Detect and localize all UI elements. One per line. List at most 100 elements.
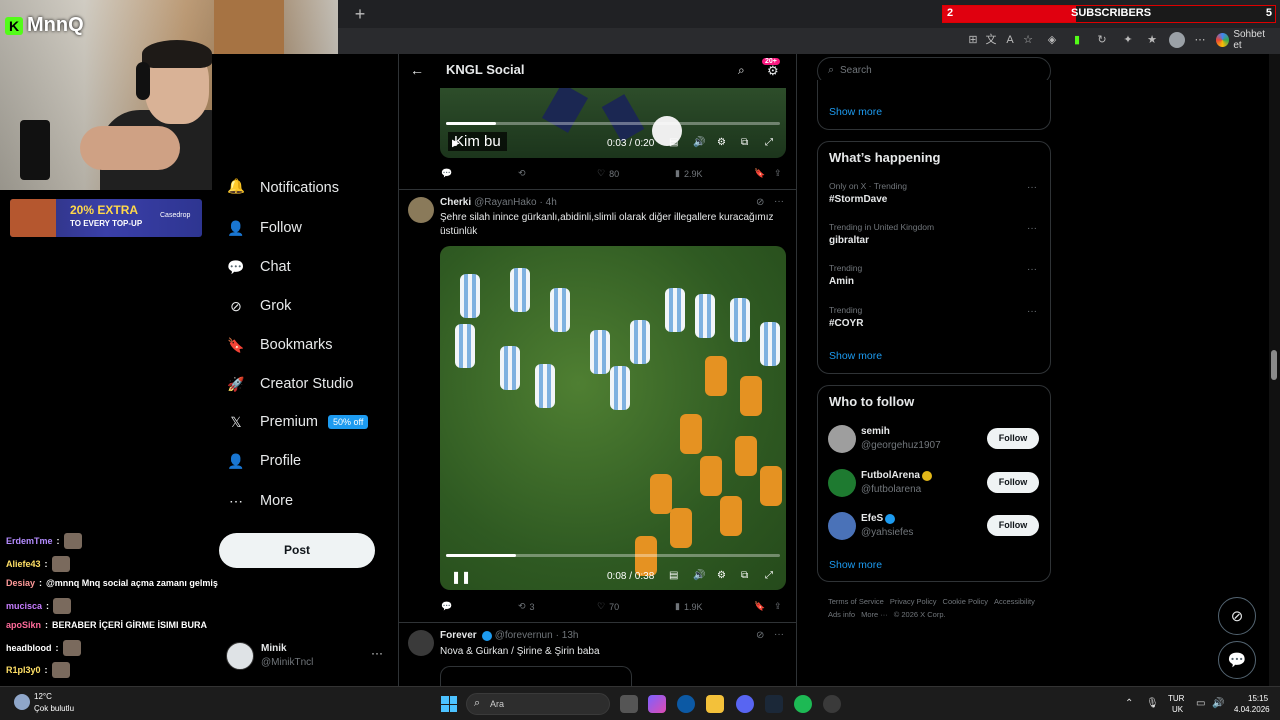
keyboard-layout[interactable]: UK	[1172, 705, 1183, 714]
chat-username[interactable]: headblood	[6, 643, 52, 653]
input-language[interactable]: TUR	[1168, 694, 1184, 703]
steam-icon[interactable]	[765, 695, 783, 713]
tray-chevron-icon[interactable]: ⌃	[1125, 698, 1133, 709]
video-settings-icon[interactable]: ⚙	[717, 570, 726, 581]
tweet-avatar[interactable]	[408, 197, 434, 223]
show-more-link[interactable]: Show more	[829, 559, 882, 571]
volume-icon[interactable]: 🔊	[693, 137, 705, 148]
grok-icon[interactable]: ⊘	[756, 630, 764, 641]
captions-icon[interactable]: ▤	[669, 570, 678, 581]
sidebar-item-bookmarks[interactable]: 🔖 Bookmarks	[226, 330, 332, 360]
spotify-icon[interactable]	[794, 695, 812, 713]
footer-link[interactable]: More ···	[861, 610, 888, 619]
edge-icon[interactable]	[677, 695, 695, 713]
follow-suggestion-name[interactable]: semih	[861, 426, 890, 437]
favorite-star-icon[interactable]: ☆	[1021, 33, 1035, 47]
tweet-author-name[interactable]: Forever	[440, 630, 477, 641]
sidebar-item-chat[interactable]: 💬 Chat	[226, 252, 290, 282]
tweet-author-handle[interactable]: @RayanHako	[474, 197, 536, 208]
sidebar-item-follow[interactable]: 👤 Follow	[226, 213, 302, 243]
footer-link[interactable]: Privacy Policy	[890, 597, 937, 606]
gear-icon[interactable]: ⚙	[767, 63, 779, 79]
more-dots-icon[interactable]: ···	[371, 646, 383, 660]
trend-topic[interactable]: gibraltar	[829, 235, 869, 246]
read-aloud-icon[interactable]: A	[1003, 33, 1017, 47]
follow-suggestion-name[interactable]: FutbolArena	[861, 470, 920, 481]
popout-icon[interactable]: ⧉	[741, 570, 748, 581]
collections-icon[interactable]: ★	[1145, 33, 1159, 47]
chatgpt-icon[interactable]	[823, 695, 841, 713]
popout-icon[interactable]: ⧉	[741, 137, 748, 148]
like-button[interactable]: ♡ 80	[597, 168, 619, 179]
tweet-author-handle[interactable]: @forevernun	[495, 630, 553, 641]
tweet-media-card[interactable]	[440, 666, 632, 686]
sidebar-item-creator-studio[interactable]: 🚀 Creator Studio	[226, 369, 353, 399]
tweet-video[interactable]	[440, 246, 786, 590]
trend-topic[interactable]: #COYR	[829, 318, 863, 329]
reply-button[interactable]: 💬	[441, 601, 452, 612]
more-dots-icon[interactable]: ···	[774, 196, 784, 207]
clock-time[interactable]: 15:15	[1248, 694, 1268, 703]
settings-more-icon[interactable]: ⋯	[1193, 33, 1207, 47]
clock-date[interactable]: 4.04.2026	[1234, 705, 1270, 714]
retweet-button[interactable]: ⟲ 3	[518, 601, 535, 612]
translate-icon[interactable]: 文	[984, 33, 998, 47]
more-dots-icon[interactable]: ···	[1027, 264, 1037, 275]
trend-topic[interactable]: Amin	[829, 276, 854, 287]
like-button[interactable]: ♡ 70	[597, 601, 619, 612]
video-progress-track[interactable]	[446, 554, 780, 557]
footer-link[interactable]: Terms of Service	[828, 597, 884, 606]
discord-icon[interactable]	[736, 695, 754, 713]
sidebar-item-more[interactable]: ⋯ More	[226, 486, 293, 516]
tweet-author-name[interactable]: Cherki	[440, 197, 471, 208]
more-dots-icon[interactable]: ···	[1027, 306, 1037, 317]
copilot-app-icon[interactable]	[648, 695, 666, 713]
show-more-link[interactable]: Show more	[829, 350, 882, 362]
chat-username[interactable]: R1pl3y0	[6, 665, 41, 675]
follow-button[interactable]: Follow	[987, 428, 1039, 449]
follow-suggestion-name[interactable]: EfeS	[861, 513, 883, 524]
chat-username[interactable]: mucisca	[6, 601, 42, 611]
apps-icon[interactable]: ⊞	[966, 33, 980, 47]
follow-suggestion-avatar[interactable]	[828, 469, 856, 497]
more-dots-icon[interactable]: ···	[1027, 182, 1037, 193]
new-tab-button[interactable]: +	[350, 4, 370, 24]
tweet-avatar[interactable]	[408, 630, 434, 656]
views-button[interactable]: ▮ 2.9K	[675, 168, 702, 179]
views-button[interactable]: ▮ 1.9K	[675, 601, 702, 612]
bookmark-icon[interactable]: 🔖	[754, 168, 765, 179]
sidebar-item-grok[interactable]: ⊘ Grok	[226, 291, 291, 321]
copilot-button[interactable]: Sohbet et	[1216, 29, 1274, 51]
task-view-icon[interactable]	[620, 695, 638, 713]
share-icon[interactable]: ⇪	[774, 601, 782, 612]
video-settings-icon[interactable]: ⚙	[717, 137, 726, 148]
more-dots-icon[interactable]: ···	[1027, 223, 1037, 234]
network-icon[interactable]: ▭	[1196, 698, 1205, 709]
extensions-puzzle-icon[interactable]: ✦	[1121, 33, 1135, 47]
volume-icon[interactable]: 🔊	[1212, 698, 1224, 709]
account-switcher[interactable]: Minik @MinikTncl ···	[226, 640, 386, 676]
chat-username[interactable]: ErdemTme	[6, 536, 53, 546]
chat-username[interactable]: Desiay	[6, 578, 35, 588]
fullscreen-icon[interactable]: ⤢	[765, 570, 773, 581]
follow-suggestion-avatar[interactable]	[828, 425, 856, 453]
sidebar-item-premium[interactable]: 𝕏 Premium 50% off	[226, 407, 369, 437]
grok-icon[interactable]: ⊘	[756, 197, 764, 208]
footer-link[interactable]: Ads info	[828, 610, 855, 619]
file-explorer-icon[interactable]	[706, 695, 724, 713]
follow-button[interactable]: Follow	[987, 472, 1039, 493]
reply-button[interactable]: 💬	[441, 168, 452, 179]
captions-icon[interactable]: ▤	[669, 137, 678, 148]
extension-icon[interactable]: ◈	[1045, 33, 1059, 47]
microphone-icon[interactable]: 🎙	[1146, 698, 1159, 709]
messages-fab-button[interactable]: 💬	[1218, 641, 1256, 679]
show-more-link[interactable]: Show more	[829, 106, 882, 118]
trend-topic[interactable]: #StormDave	[829, 194, 887, 205]
follow-button[interactable]: Follow	[987, 515, 1039, 536]
grok-fab-button[interactable]: ⊘	[1218, 597, 1256, 635]
bookmark-icon[interactable]: 🔖	[754, 601, 765, 612]
follow-suggestion-avatar[interactable]	[828, 512, 856, 540]
footer-link[interactable]: Cookie Policy	[943, 597, 988, 606]
volume-icon[interactable]: 🔊	[693, 570, 705, 581]
sidebar-item-profile[interactable]: 👤 Profile	[226, 446, 301, 476]
